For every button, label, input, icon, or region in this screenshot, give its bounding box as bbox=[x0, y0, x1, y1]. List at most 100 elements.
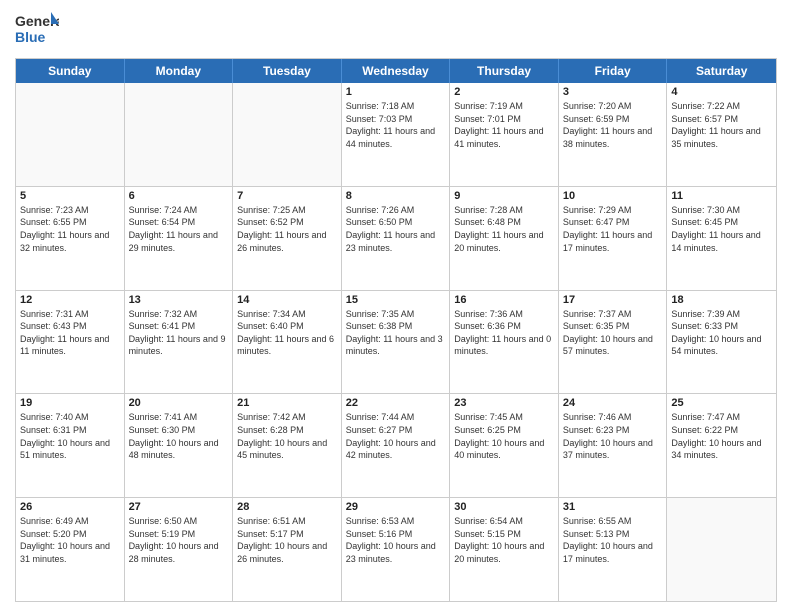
svg-text:Blue: Blue bbox=[15, 29, 46, 45]
day-number: 21 bbox=[237, 397, 337, 409]
day-number: 13 bbox=[129, 294, 229, 306]
logo: General Blue bbox=[15, 10, 59, 50]
cell-info: Sunrise: 7:23 AMSunset: 6:55 PMDaylight:… bbox=[20, 204, 120, 254]
calendar-cell-12: 12Sunrise: 7:31 AMSunset: 6:43 PMDayligh… bbox=[16, 291, 125, 394]
calendar-row-5: 26 Sunrise: 6:49 AMSunset: 5:20 PMDayligh… bbox=[16, 498, 776, 601]
cell-info: Sunrise: 7:34 AMSunset: 6:40 PMDaylight:… bbox=[237, 308, 337, 358]
day-number: 10 bbox=[563, 190, 663, 202]
day-number: 28 bbox=[237, 501, 337, 513]
cell-info: Sunrise: 7:28 AMSunset: 6:48 PMDaylight:… bbox=[454, 204, 554, 254]
calendar-cell-17: 17 Sunrise: 7:37 AMSunset: 6:35 PMDayligh… bbox=[559, 291, 668, 394]
calendar-cell-2: 2Sunrise: 7:19 AMSunset: 7:01 PMDaylight… bbox=[450, 83, 559, 186]
calendar-row-1: 1Sunrise: 7:18 AMSunset: 7:03 PMDaylight… bbox=[16, 83, 776, 187]
calendar-cell-11: 11Sunrise: 7:30 AMSunset: 6:45 PMDayligh… bbox=[667, 187, 776, 290]
cell-info: Sunrise: 7:37 AMSunset: 6:35 PMDaylight:… bbox=[563, 308, 663, 358]
calendar-cell-19: 19 Sunrise: 7:40 AMSunset: 6:31 PMDayligh… bbox=[16, 394, 125, 497]
calendar-cell-14: 14Sunrise: 7:34 AMSunset: 6:40 PMDayligh… bbox=[233, 291, 342, 394]
day-header-monday: Monday bbox=[125, 59, 234, 83]
calendar-cell-13: 13 Sunrise: 7:32 AMSunset: 6:41 PMDayligh… bbox=[125, 291, 234, 394]
cell-info: Sunrise: 6:49 AMSunset: 5:20 PMDaylight:… bbox=[20, 515, 120, 565]
day-number: 24 bbox=[563, 397, 663, 409]
calendar-cell-16: 16 Sunrise: 7:36 AMSunset: 6:36 PMDayligh… bbox=[450, 291, 559, 394]
calendar-cell-6: 6Sunrise: 7:24 AMSunset: 6:54 PMDaylight… bbox=[125, 187, 234, 290]
calendar-cell-empty-0-2 bbox=[233, 83, 342, 186]
calendar-cell-18: 18 Sunrise: 7:39 AMSunset: 6:33 PMDayligh… bbox=[667, 291, 776, 394]
calendar-cell-31: 31 Sunrise: 6:55 AMSunset: 5:13 PMDayligh… bbox=[559, 498, 668, 601]
day-number: 17 bbox=[563, 294, 663, 306]
calendar-cell-empty-4-6 bbox=[667, 498, 776, 601]
cell-info: Sunrise: 7:35 AMSunset: 6:38 PMDaylight:… bbox=[346, 308, 446, 358]
cell-info: Sunrise: 7:45 AMSunset: 6:25 PMDaylight:… bbox=[454, 411, 554, 461]
calendar-cell-9: 9 Sunrise: 7:28 AMSunset: 6:48 PMDaylight… bbox=[450, 187, 559, 290]
calendar-cell-1: 1Sunrise: 7:18 AMSunset: 7:03 PMDaylight… bbox=[342, 83, 451, 186]
cell-info: Sunrise: 6:53 AMSunset: 5:16 PMDaylight:… bbox=[346, 515, 446, 565]
day-header-wednesday: Wednesday bbox=[342, 59, 451, 83]
calendar-cell-23: 23 Sunrise: 7:45 AMSunset: 6:25 PMDayligh… bbox=[450, 394, 559, 497]
calendar-row-4: 19 Sunrise: 7:40 AMSunset: 6:31 PMDayligh… bbox=[16, 394, 776, 498]
cell-info: Sunrise: 7:32 AMSunset: 6:41 PMDaylight:… bbox=[129, 308, 229, 358]
calendar-cell-28: 28 Sunrise: 6:51 AMSunset: 5:17 PMDayligh… bbox=[233, 498, 342, 601]
calendar-body: 1Sunrise: 7:18 AMSunset: 7:03 PMDaylight… bbox=[16, 83, 776, 601]
day-number: 23 bbox=[454, 397, 554, 409]
cell-info: Sunrise: 7:47 AMSunset: 6:22 PMDaylight:… bbox=[671, 411, 772, 461]
day-number: 30 bbox=[454, 501, 554, 513]
calendar-cell-4: 4Sunrise: 7:22 AMSunset: 6:57 PMDaylight… bbox=[667, 83, 776, 186]
cell-info: Sunrise: 7:24 AMSunset: 6:54 PMDaylight:… bbox=[129, 204, 229, 254]
cell-info: Sunrise: 7:40 AMSunset: 6:31 PMDaylight:… bbox=[20, 411, 120, 461]
cell-info: Sunrise: 7:39 AMSunset: 6:33 PMDaylight:… bbox=[671, 308, 772, 358]
calendar-cell-empty-0-1 bbox=[125, 83, 234, 186]
day-number: 15 bbox=[346, 294, 446, 306]
day-number: 9 bbox=[454, 190, 554, 202]
calendar-cell-15: 15 Sunrise: 7:35 AMSunset: 6:38 PMDayligh… bbox=[342, 291, 451, 394]
calendar-row-2: 5Sunrise: 7:23 AMSunset: 6:55 PMDaylight… bbox=[16, 187, 776, 291]
day-header-sunday: Sunday bbox=[16, 59, 125, 83]
calendar-cell-22: 22Sunrise: 7:44 AMSunset: 6:27 PMDayligh… bbox=[342, 394, 451, 497]
day-header-thursday: Thursday bbox=[450, 59, 559, 83]
cell-info: Sunrise: 6:54 AMSunset: 5:15 PMDaylight:… bbox=[454, 515, 554, 565]
cell-info: Sunrise: 6:50 AMSunset: 5:19 PMDaylight:… bbox=[129, 515, 229, 565]
cell-info: Sunrise: 7:36 AMSunset: 6:36 PMDaylight:… bbox=[454, 308, 554, 358]
day-number: 16 bbox=[454, 294, 554, 306]
day-number: 31 bbox=[563, 501, 663, 513]
cell-info: Sunrise: 7:20 AMSunset: 6:59 PMDaylight:… bbox=[563, 100, 663, 150]
day-number: 27 bbox=[129, 501, 229, 513]
calendar-cell-30: 30 Sunrise: 6:54 AMSunset: 5:15 PMDayligh… bbox=[450, 498, 559, 601]
calendar-cell-8: 8 Sunrise: 7:26 AMSunset: 6:50 PMDaylight… bbox=[342, 187, 451, 290]
calendar-cell-20: 20 Sunrise: 7:41 AMSunset: 6:30 PMDayligh… bbox=[125, 394, 234, 497]
day-number: 7 bbox=[237, 190, 337, 202]
calendar-row-3: 12Sunrise: 7:31 AMSunset: 6:43 PMDayligh… bbox=[16, 291, 776, 395]
cell-info: Sunrise: 7:26 AMSunset: 6:50 PMDaylight:… bbox=[346, 204, 446, 254]
cell-info: Sunrise: 7:42 AMSunset: 6:28 PMDaylight:… bbox=[237, 411, 337, 461]
cell-info: Sunrise: 7:44 AMSunset: 6:27 PMDaylight:… bbox=[346, 411, 446, 461]
day-header-tuesday: Tuesday bbox=[233, 59, 342, 83]
day-number: 26 bbox=[20, 501, 120, 513]
cell-info: Sunrise: 7:41 AMSunset: 6:30 PMDaylight:… bbox=[129, 411, 229, 461]
day-header-friday: Friday bbox=[559, 59, 668, 83]
calendar-cell-25: 25 Sunrise: 7:47 AMSunset: 6:22 PMDayligh… bbox=[667, 394, 776, 497]
calendar-cell-10: 10 Sunrise: 7:29 AMSunset: 6:47 PMDayligh… bbox=[559, 187, 668, 290]
logo-svg: General Blue bbox=[15, 10, 59, 50]
cell-info: Sunrise: 7:29 AMSunset: 6:47 PMDaylight:… bbox=[563, 204, 663, 254]
calendar-cell-24: 24 Sunrise: 7:46 AMSunset: 6:23 PMDayligh… bbox=[559, 394, 668, 497]
day-number: 20 bbox=[129, 397, 229, 409]
day-number: 3 bbox=[563, 86, 663, 98]
day-number: 4 bbox=[671, 86, 772, 98]
day-number: 25 bbox=[671, 397, 772, 409]
cell-info: Sunrise: 7:25 AMSunset: 6:52 PMDaylight:… bbox=[237, 204, 337, 254]
cell-info: Sunrise: 7:30 AMSunset: 6:45 PMDaylight:… bbox=[671, 204, 772, 254]
cell-info: Sunrise: 6:51 AMSunset: 5:17 PMDaylight:… bbox=[237, 515, 337, 565]
cell-info: Sunrise: 6:55 AMSunset: 5:13 PMDaylight:… bbox=[563, 515, 663, 565]
calendar-cell-29: 29 Sunrise: 6:53 AMSunset: 5:16 PMDayligh… bbox=[342, 498, 451, 601]
cell-info: Sunrise: 7:46 AMSunset: 6:23 PMDaylight:… bbox=[563, 411, 663, 461]
day-number: 8 bbox=[346, 190, 446, 202]
day-number: 1 bbox=[346, 86, 446, 98]
day-number: 19 bbox=[20, 397, 120, 409]
day-number: 29 bbox=[346, 501, 446, 513]
page-header: General Blue bbox=[15, 10, 777, 50]
day-number: 18 bbox=[671, 294, 772, 306]
calendar-cell-21: 21 Sunrise: 7:42 AMSunset: 6:28 PMDayligh… bbox=[233, 394, 342, 497]
day-header-saturday: Saturday bbox=[667, 59, 776, 83]
day-number: 2 bbox=[454, 86, 554, 98]
calendar-cell-3: 3 Sunrise: 7:20 AMSunset: 6:59 PMDaylight… bbox=[559, 83, 668, 186]
calendar-cell-empty-0-0 bbox=[16, 83, 125, 186]
